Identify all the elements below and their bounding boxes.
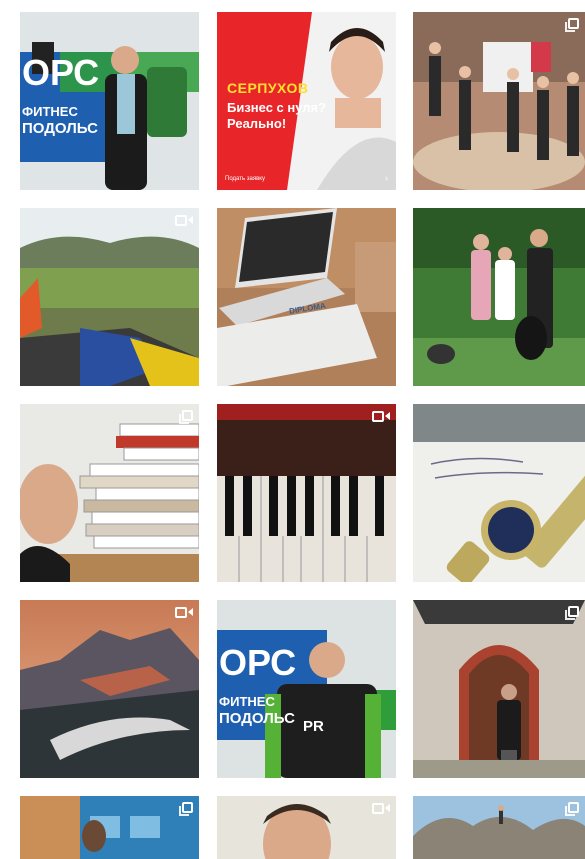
post-thumbnail bbox=[217, 208, 396, 386]
multiple-posts-icon bbox=[177, 802, 193, 816]
post-thumbnail bbox=[217, 796, 396, 859]
brand-wordmark-top: ОРС bbox=[22, 52, 100, 93]
post-thumbnail bbox=[217, 404, 396, 582]
post-grid: ОРС ФИТНЕС ПОДОЛЬС СЕРПУХОВ Бизнес с нул… bbox=[0, 0, 585, 859]
brand-wordmark-top: ОРС bbox=[219, 642, 297, 683]
post-selfie[interactable] bbox=[217, 796, 396, 859]
post-thumbnail bbox=[413, 12, 585, 190]
post-mountain-sunset[interactable] bbox=[20, 600, 199, 778]
post-thumbnail bbox=[20, 12, 199, 190]
post-rock-landscape[interactable] bbox=[413, 796, 585, 859]
video-icon bbox=[175, 214, 193, 226]
post-jersey-logo[interactable]: ОРС ФИТНЕС ПОДОЛЬС PR bbox=[217, 600, 396, 778]
post-books-stack[interactable] bbox=[20, 404, 199, 582]
post-city-street[interactable] bbox=[20, 796, 199, 859]
post-arched-door[interactable] bbox=[413, 600, 585, 778]
post-piano-keys[interactable] bbox=[217, 404, 396, 582]
multiple-posts-icon bbox=[563, 18, 579, 32]
post-thumbnail bbox=[413, 404, 585, 582]
brand-wordmark-mid: ФИТНЕС bbox=[22, 104, 78, 119]
ad-cta[interactable]: Подать заявку bbox=[225, 176, 265, 182]
multiple-posts-icon bbox=[563, 606, 579, 620]
post-thumbnail bbox=[20, 404, 199, 582]
post-diploma-laptop[interactable]: DIPLOMA bbox=[217, 208, 396, 386]
video-icon bbox=[175, 606, 193, 618]
post-thumbnail bbox=[20, 208, 199, 386]
post-watch-note[interactable] bbox=[413, 404, 585, 582]
ad-city: СЕРПУХОВ bbox=[227, 80, 309, 96]
video-icon bbox=[372, 802, 390, 814]
brand-wordmark-bot: ПОДОЛЬС bbox=[22, 120, 98, 137]
post-thumbnail bbox=[413, 796, 585, 859]
post-thumbnail bbox=[413, 600, 585, 778]
multiple-posts-icon bbox=[177, 410, 193, 424]
post-motorbike-field[interactable] bbox=[20, 208, 199, 386]
ad-headline: Бизнес с нуля? Реально! bbox=[227, 100, 327, 131]
brand-wordmark-mid: ФИТНЕС bbox=[219, 694, 275, 709]
post-thumbnail bbox=[413, 208, 585, 386]
multiple-posts-icon bbox=[563, 802, 579, 816]
post-thumbnail bbox=[20, 600, 199, 778]
post-ad-serpukhov[interactable]: СЕРПУХОВ Бизнес с нуля? Реально! Подать … bbox=[217, 12, 396, 190]
post-thumbnail bbox=[20, 796, 199, 859]
jersey-logo-text: PR bbox=[303, 718, 324, 735]
brand-wordmark-bot: ПОДОЛЬС bbox=[219, 710, 295, 727]
post-fitness-event[interactable]: ОРС ФИТНЕС ПОДОЛЬС bbox=[20, 12, 199, 190]
post-family-dog[interactable] bbox=[413, 208, 585, 386]
ad-arrow-icon[interactable]: › bbox=[385, 173, 388, 183]
post-thumbnail bbox=[217, 600, 396, 778]
post-group-dancers[interactable] bbox=[413, 12, 585, 190]
video-icon bbox=[372, 410, 390, 422]
